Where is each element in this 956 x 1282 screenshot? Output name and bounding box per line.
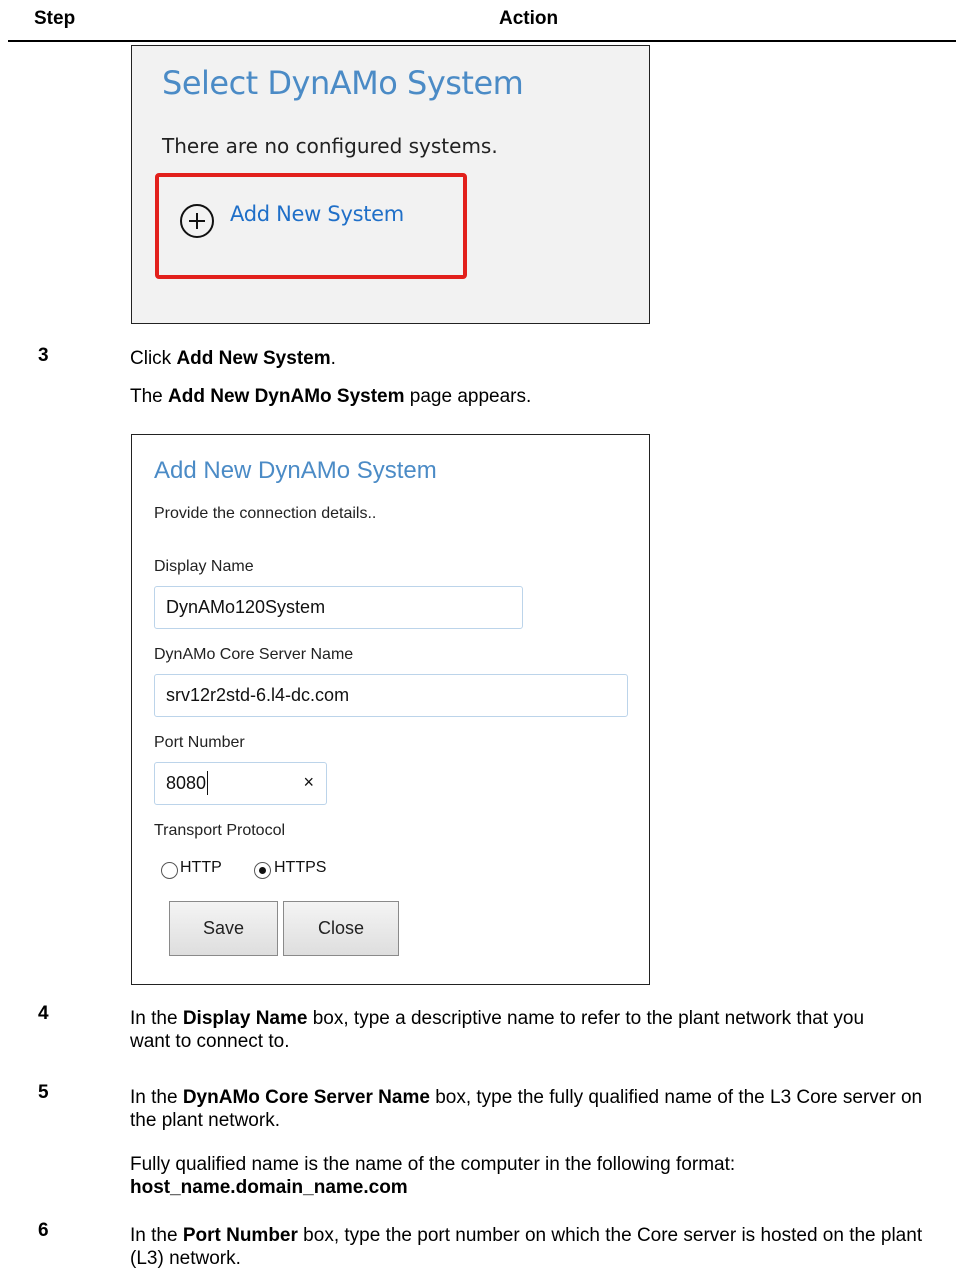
step5-note: Fully qualified name is the name of the …: [130, 1154, 736, 1198]
port-number-value: 8080: [166, 773, 207, 793]
radio-http[interactable]: [161, 862, 178, 879]
select-system-title: Select DynAMo System: [162, 64, 524, 102]
no-systems-message: There are no configured systems.: [162, 134, 498, 158]
display-name-input[interactable]: DynAMo120System: [154, 586, 523, 629]
add-new-system-link[interactable]: Add New System: [230, 202, 404, 226]
radio-https-label: HTTPS: [274, 859, 327, 876]
step5-text: In the DynAMo Core Server Name box, type…: [130, 1087, 923, 1131]
core-server-value: srv12r2std-6.l4-dc.com: [166, 685, 350, 705]
plus-circle-icon[interactable]: [180, 204, 214, 238]
radio-https[interactable]: [254, 862, 271, 879]
step-number: 4: [38, 1003, 49, 1024]
port-number-input[interactable]: 8080 ×: [154, 762, 327, 805]
core-server-label: DynAMo Core Server Name: [154, 646, 354, 663]
form-subtitle: Provide the connection details..: [154, 505, 377, 522]
step6-text: In the Port Number box, type the port nu…: [130, 1225, 923, 1269]
step3-line1: Click Add New System.: [130, 348, 336, 369]
close-button[interactable]: Close: [283, 901, 399, 956]
add-system-screenshot: Add New DynAMo System Provide the connec…: [131, 434, 650, 985]
step-number: 5: [38, 1082, 49, 1103]
column-header-step: Step: [34, 8, 76, 29]
core-server-input[interactable]: srv12r2std-6.l4-dc.com: [154, 674, 628, 717]
radio-http-label: HTTP: [180, 859, 222, 876]
port-number-label: Port Number: [154, 734, 245, 751]
clear-icon[interactable]: ×: [303, 772, 314, 793]
step3-line2: The Add New DynAMo System page appears.: [130, 386, 532, 407]
text-cursor: [207, 771, 208, 795]
column-header-action: Action: [499, 8, 559, 29]
step4-text: In the Display Name box, type a descript…: [130, 1008, 865, 1052]
display-name-label: Display Name: [154, 558, 254, 575]
select-system-screenshot: Select DynAMo System There are no config…: [131, 45, 650, 324]
header-divider: [8, 40, 956, 42]
step-number: 3: [38, 345, 49, 366]
save-button[interactable]: Save: [169, 901, 278, 956]
transport-protocol-label: Transport Protocol: [154, 822, 286, 839]
display-name-value: DynAMo120System: [166, 597, 326, 617]
add-system-title: Add New DynAMo System: [154, 457, 437, 484]
step-number: 6: [38, 1220, 49, 1241]
